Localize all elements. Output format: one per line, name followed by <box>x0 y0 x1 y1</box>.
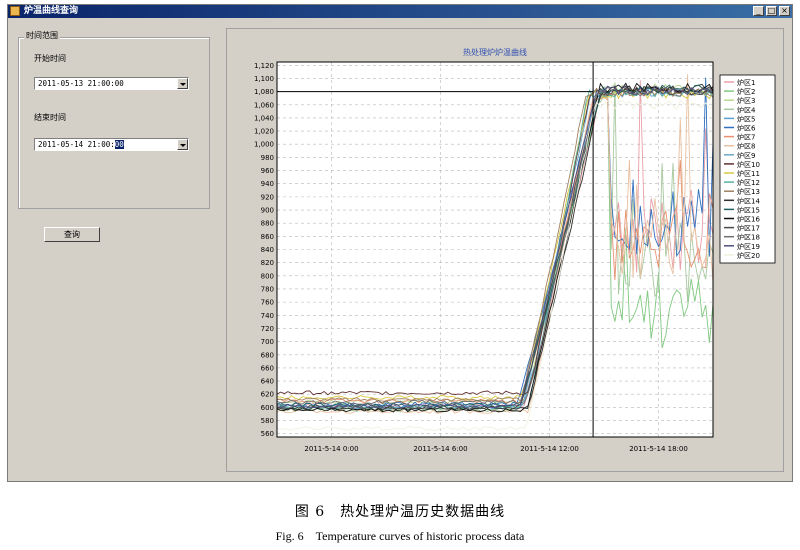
legend-entry: 炉区20 <box>737 251 760 260</box>
legend-entry: 炉区18 <box>737 233 760 242</box>
legend-entry: 炉区14 <box>737 196 760 205</box>
legend-entry: 炉区8 <box>737 142 755 151</box>
legend-entry: 炉区5 <box>737 114 755 123</box>
legend-entry: 炉区2 <box>737 87 755 96</box>
y-tick-label: 780 <box>261 285 274 293</box>
x-tick-label: 2011-5-14 12:00 <box>520 445 579 453</box>
query-button[interactable]: 查询 <box>44 227 100 242</box>
legend-entry: 炉区15 <box>737 205 760 214</box>
start-time-picker[interactable]: 2011-05-13 21:00:00 <box>34 77 189 90</box>
legend-entry: 炉区6 <box>737 124 756 133</box>
legend-entry: 炉区4 <box>737 105 756 114</box>
y-tick-label: 700 <box>261 338 274 346</box>
y-tick-label: 1,060 <box>254 101 274 109</box>
y-tick-label: 840 <box>261 246 274 254</box>
y-tick-label: 560 <box>261 430 274 438</box>
legend-entry: 炉区16 <box>737 215 760 224</box>
legend-entry: 炉区11 <box>737 169 760 178</box>
legend-entry: 炉区9 <box>737 151 755 160</box>
start-time-value: 2011-05-13 21:00:00 <box>38 79 124 88</box>
title-bar[interactable]: 炉温曲线查询 _ □ × <box>8 5 792 18</box>
y-tick-label: 960 <box>261 167 274 175</box>
time-range-label: 时间范围 <box>24 31 60 41</box>
end-time-value: 2011-05-14 21:00:00 <box>38 140 124 150</box>
y-tick-label: 660 <box>261 364 274 372</box>
window-title: 炉温曲线查询 <box>24 6 79 16</box>
y-tick-label: 680 <box>261 351 274 359</box>
legend-entry: 炉区1 <box>737 78 755 87</box>
start-time-dropdown-icon[interactable] <box>177 78 188 89</box>
legend-entry: 炉区10 <box>737 160 760 169</box>
y-tick-label: 860 <box>261 233 274 241</box>
figure-caption-cn: 图 6 热处理炉温历史数据曲线 <box>294 504 506 520</box>
app-icon <box>10 6 20 16</box>
legend-entry: 炉区17 <box>737 224 760 233</box>
y-tick-label: 920 <box>261 193 274 201</box>
chart-panel: 热处理炉炉温曲线 560 580 600 620 640 660 680 700 720 740 76… <box>226 28 784 472</box>
close-button[interactable]: × <box>779 6 790 16</box>
y-tick-label: 1,100 <box>254 75 274 83</box>
legend-entry: 炉区3 <box>737 96 755 105</box>
legend-entry: 炉区13 <box>737 187 760 196</box>
end-time-label: 结束时间 <box>34 113 66 122</box>
y-tick-label: 900 <box>261 207 274 215</box>
end-time-selected-segment[interactable]: 00 <box>114 140 124 149</box>
app-window: 炉温曲线查询 _ □ × 时间范围 开始时间 2011-05-13 21:00:… <box>7 4 793 482</box>
x-tick-label: 2011-5-14 18:00 <box>629 445 688 453</box>
y-tick-label: 740 <box>261 312 274 320</box>
start-time-label: 开始时间 <box>34 54 66 63</box>
y-tick-label: 820 <box>261 259 274 267</box>
y-tick-label: 620 <box>261 391 274 399</box>
y-tick-label: 1,040 <box>254 114 274 122</box>
y-tick-label: 980 <box>261 154 274 162</box>
legend-entry: 炉区7 <box>737 133 755 142</box>
x-tick-label: 2011-5-14 0:00 <box>304 445 358 453</box>
y-tick-label: 1,020 <box>254 128 274 136</box>
chart-title: 热处理炉炉温曲线 <box>463 47 527 57</box>
maximize-button[interactable]: □ <box>766 6 777 16</box>
temperature-chart: 热处理炉炉温曲线 560 580 600 620 640 660 680 700 720 740 76… <box>254 47 776 453</box>
y-tick-label: 640 <box>261 378 274 386</box>
y-tick-label: 760 <box>261 299 274 307</box>
y-tick-label: 940 <box>261 180 274 188</box>
end-time-picker[interactable]: 2011-05-14 21:00:00 <box>34 138 189 151</box>
end-time-dropdown-icon[interactable] <box>177 139 188 150</box>
y-tick-label: 1,000 <box>254 141 274 149</box>
legend-entry: 炉区12 <box>737 178 760 187</box>
y-tick-label: 580 <box>261 417 274 425</box>
figure-caption-en: Fig. 6 Temperature curves of historic pr… <box>275 529 525 543</box>
y-tick-label: 720 <box>261 325 274 333</box>
y-tick-label: 800 <box>261 272 274 280</box>
y-tick-label: 880 <box>261 220 274 228</box>
x-tick-label: 2011-5-14 6:00 <box>413 445 467 453</box>
legend-entry: 炉区19 <box>737 242 760 251</box>
end-time-value-prefix: 2011-05-14 21:00: <box>38 140 115 149</box>
y-tick-label: 1,120 <box>254 62 274 70</box>
y-tick-label: 600 <box>261 404 274 412</box>
minimize-button[interactable]: _ <box>753 6 764 16</box>
y-tick-label: 1,080 <box>254 88 274 96</box>
